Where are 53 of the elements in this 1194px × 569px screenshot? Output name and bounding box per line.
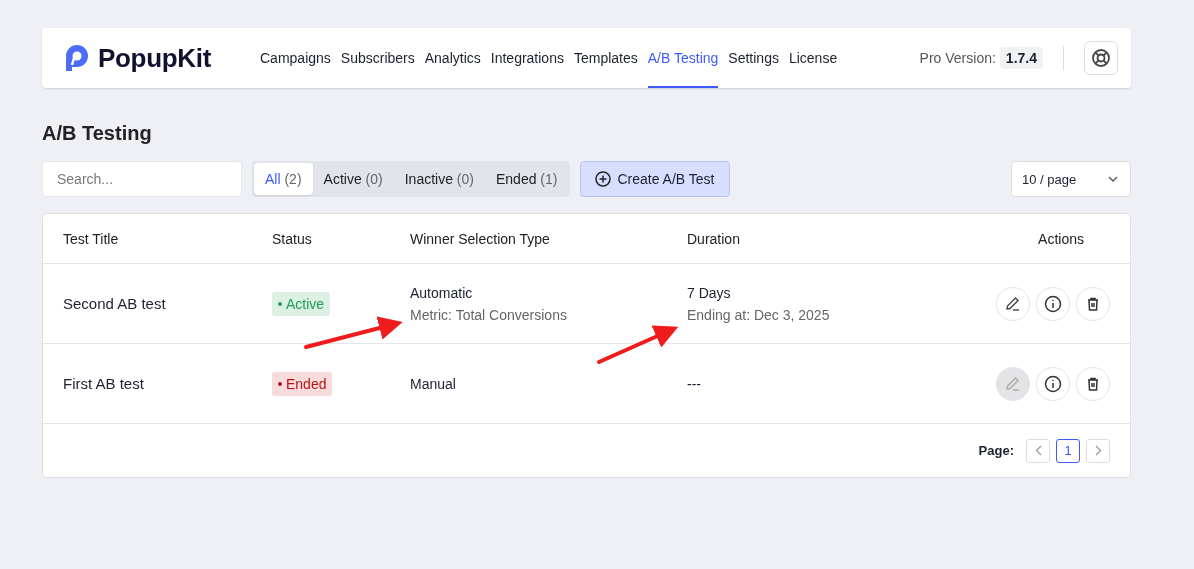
status-badge: Active [272,291,331,316]
filter-tab[interactable]: Active (0) [312,163,394,195]
nav-tab[interactable]: License [788,28,838,88]
page-button[interactable]: 1 [1056,438,1080,463]
page-title: A/B Testing [42,122,153,145]
brand-name: PopupKit [98,42,212,74]
plus-circle-icon [595,171,612,187]
table-cell-text: Manual [410,375,457,392]
lifebuoy-icon [1091,48,1111,68]
info-button[interactable] [1036,286,1070,321]
info-icon [1044,374,1062,393]
chevron-down-icon [1108,176,1118,182]
column-header: Winner Selection Type [410,230,551,247]
chevron-right-icon [1094,445,1102,456]
column-header: Actions [1037,230,1085,247]
table-cell-text: First AB test [63,375,145,392]
trash-icon [1085,295,1101,312]
nav-tab[interactable]: Subscribers [340,28,415,88]
table-cell-text: Second AB test [63,295,167,312]
version-badge: 1.7.4 [999,47,1043,69]
edit-button[interactable] [996,286,1030,321]
column-header: Duration [687,230,741,247]
nav-tab[interactable]: Campaigns [260,28,331,88]
table-cell-text: Ending at: Dec 3, 2025 [687,306,831,323]
delete-button[interactable] [1076,366,1110,401]
pencil-icon [1005,375,1021,392]
filter-tab[interactable]: Ended (1) [485,163,569,195]
help-button[interactable] [1084,41,1118,75]
nav-tab[interactable]: Templates [573,28,638,88]
nav-tab[interactable]: Integrations [490,28,564,88]
nav-tab[interactable]: Analytics [424,28,481,88]
table-cell-text: Automatic [410,284,474,301]
table-cell-text: Metric: Total Conversions [410,306,568,323]
info-icon [1044,294,1062,313]
status-badge: Ended [272,371,333,396]
create-button[interactable]: Create A/B Test [580,161,730,197]
column-header: Test Title [63,230,120,247]
version-label: Pro Version: [919,50,996,66]
table-cell-text: --- [687,375,702,392]
nav-tab[interactable]: Settings [728,28,779,88]
trash-icon [1085,375,1101,392]
column-header: Status [272,230,313,247]
page-label: Page: [978,443,1014,458]
filter-tab[interactable]: All (2) [254,163,313,195]
search-field[interactable]: Search... [42,161,242,197]
delete-button[interactable] [1076,286,1110,321]
nav-tab[interactable]: A/B Testing [647,28,719,88]
page-size-select[interactable]: 10 / page [1011,161,1131,197]
filter-tab[interactable]: Inactive (0) [393,163,485,195]
table-cell-text: 7 Days [687,284,732,301]
info-button[interactable] [1036,366,1070,401]
chevron-left-icon [1034,445,1042,456]
pencil-icon [1005,295,1021,312]
